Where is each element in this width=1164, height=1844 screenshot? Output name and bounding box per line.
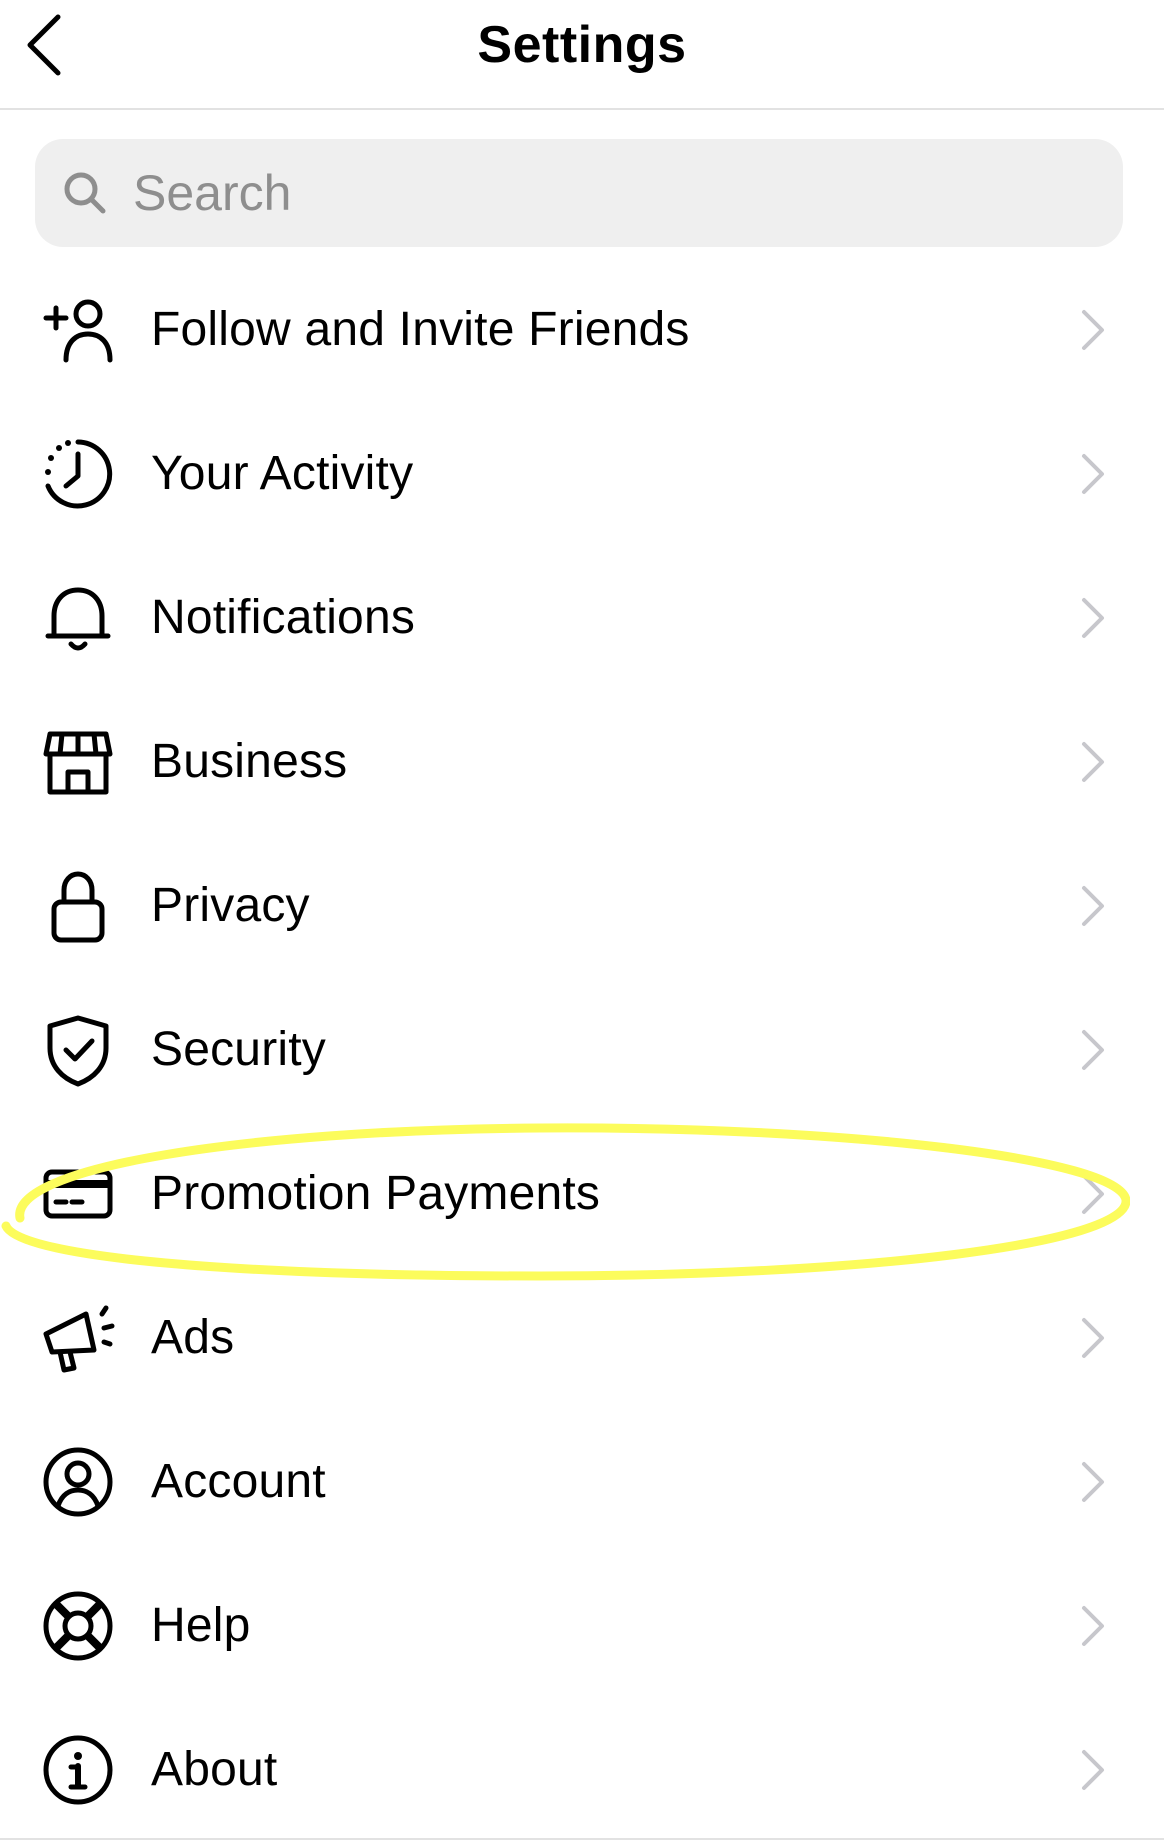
bell-icon <box>40 580 116 656</box>
chevron-right-icon <box>1078 884 1108 928</box>
chevron-right-icon <box>1078 1028 1108 1072</box>
chevron-right-icon <box>1078 1460 1108 1504</box>
info-icon <box>40 1732 116 1808</box>
menu-item-notifications[interactable]: Notifications <box>0 546 1164 690</box>
back-arrow-icon <box>27 14 61 76</box>
menu-item-label: Notifications <box>151 591 416 644</box>
account-circle-icon <box>40 1444 116 1520</box>
chevron-right-icon <box>1078 1316 1108 1360</box>
search-bar[interactable] <box>35 139 1123 247</box>
add-person-icon <box>40 292 116 368</box>
storefront-icon <box>40 724 116 800</box>
menu-item-label: Follow and Invite Friends <box>151 303 690 356</box>
search-icon <box>63 171 107 215</box>
menu-item-help[interactable]: Help <box>0 1554 1164 1698</box>
credit-card-icon <box>40 1156 116 1232</box>
chevron-right-icon <box>1078 1604 1108 1648</box>
menu-item-label: Account <box>151 1455 326 1508</box>
menu-item-label: Privacy <box>151 879 310 932</box>
menu-item-label: Your Activity <box>151 447 414 500</box>
menu-item-account[interactable]: Account <box>0 1410 1164 1554</box>
chevron-right-icon <box>1078 308 1108 352</box>
menu-item-label: About <box>151 1743 278 1796</box>
chevron-right-icon <box>1078 1172 1108 1216</box>
chevron-right-icon <box>1078 1748 1108 1792</box>
menu-item-about[interactable]: About <box>0 1698 1164 1842</box>
menu-item-label: Security <box>151 1023 326 1076</box>
chevron-right-icon <box>1078 452 1108 496</box>
search-input[interactable] <box>133 153 1083 233</box>
menu-item-security[interactable]: Security <box>0 978 1164 1122</box>
header: Settings <box>0 0 1164 110</box>
menu-item-privacy[interactable]: Privacy <box>0 834 1164 978</box>
menu-item-label: Promotion Payments <box>151 1167 601 1220</box>
menu-item-label: Ads <box>151 1311 235 1364</box>
page-title: Settings <box>477 16 687 74</box>
activity-clock-icon <box>40 436 116 512</box>
menu-item-ads[interactable]: Ads <box>0 1266 1164 1410</box>
menu-item-label: Help <box>151 1599 251 1652</box>
divider <box>0 1838 1164 1840</box>
menu-item-label: Business <box>151 735 348 788</box>
lock-icon <box>40 868 116 944</box>
menu-item-follow-invite-friends[interactable]: Follow and Invite Friends <box>0 258 1164 402</box>
lifebuoy-icon <box>40 1588 116 1664</box>
menu-item-promotion-payments[interactable]: Promotion Payments <box>0 1122 1164 1266</box>
chevron-right-icon <box>1078 740 1108 784</box>
back-button[interactable] <box>24 0 104 90</box>
menu-item-your-activity[interactable]: Your Activity <box>0 402 1164 546</box>
chevron-right-icon <box>1078 596 1108 640</box>
shield-check-icon <box>40 1012 116 1088</box>
megaphone-icon <box>40 1300 116 1376</box>
menu-item-business[interactable]: Business <box>0 690 1164 834</box>
